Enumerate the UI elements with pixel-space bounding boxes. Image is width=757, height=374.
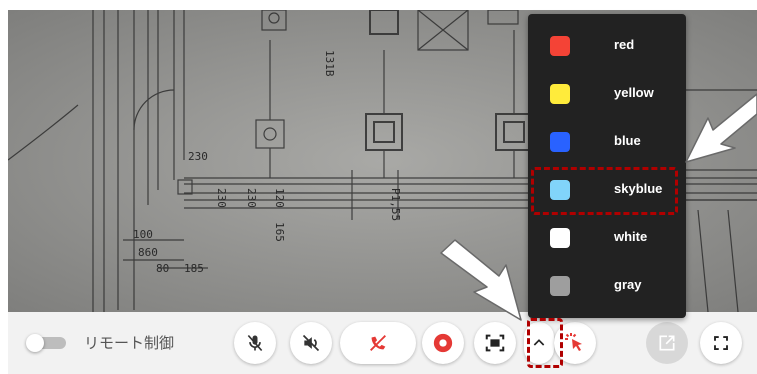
arrow-to-skyblue [685, 93, 757, 163]
annotation-arrows [440, 93, 757, 321]
arrow-to-toggle [440, 239, 522, 321]
